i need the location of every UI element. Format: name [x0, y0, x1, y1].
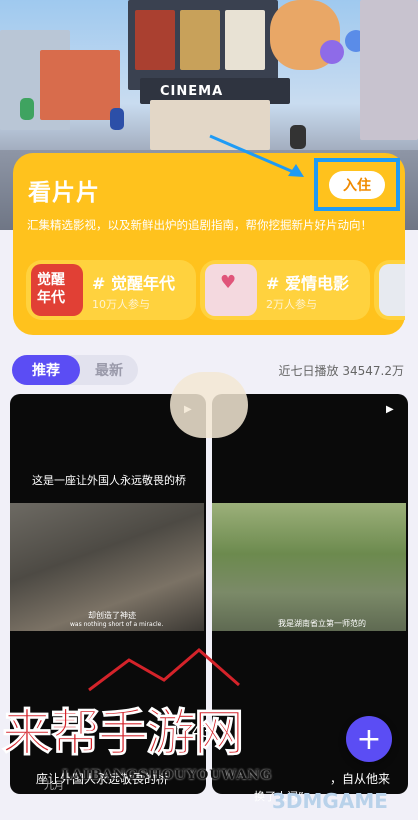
topic-thumbnail: [379, 264, 405, 316]
topic-count: 10万人参与: [92, 298, 150, 311]
tab-recommended[interactable]: 推荐: [12, 355, 80, 385]
tab-latest[interactable]: 最新: [80, 355, 138, 385]
channel-title: 看片片: [28, 180, 100, 206]
watermark-text: 来帮手游网: [2, 704, 245, 763]
video-caption: 这是一座让外国人永远敬畏的桥: [32, 474, 186, 487]
video-thumbnail: [212, 503, 406, 631]
subtitle-cn: 却创造了神迹: [88, 611, 136, 620]
figure: [110, 108, 124, 130]
watermark-pinyin: LAIBANGSHOUYOUWANG: [62, 768, 273, 783]
create-post-button[interactable]: +: [346, 716, 392, 762]
subtitle-en: was nothing short of a miracle.: [70, 621, 164, 628]
play-count: 近七日播放 34547.2万: [278, 364, 404, 378]
arrow-annotation-icon: [209, 134, 304, 177]
topic-count: 2万人参与: [266, 298, 317, 311]
author-name: 九月: [44, 781, 64, 792]
watermark-brand: 3DMGAME: [272, 789, 388, 813]
background-building: [360, 0, 418, 140]
cinema-sign: CINEMA: [160, 84, 224, 99]
video-title: ，自从他来: [330, 772, 391, 786]
topic-thumb-text: 觉醒年代: [37, 272, 65, 306]
movie-poster: [225, 10, 265, 70]
movie-poster: [135, 10, 175, 70]
figure: [20, 98, 34, 120]
topic-name: # 爱情电影: [266, 274, 349, 293]
topic-thumbnail: 觉醒年代: [31, 264, 83, 316]
topic-thumbnail: ♥: [205, 264, 257, 316]
movie-poster: [180, 10, 220, 70]
heart-icon: ♥: [220, 272, 237, 293]
topic-name: # 觉醒年代: [92, 274, 175, 293]
balloon: [320, 40, 344, 64]
join-button[interactable]: 入住: [329, 171, 385, 199]
play-icon: ▶: [386, 404, 394, 415]
plus-icon: +: [356, 721, 382, 757]
background-building: [40, 50, 120, 120]
mascot-icon: [170, 372, 248, 438]
channel-description: 汇集精选影视，以及新鲜出炉的追剧指南，帮你挖掘新片好片动向！: [27, 218, 372, 232]
subtitle-cn: 我是湖南省立第一师范的: [278, 619, 366, 628]
watermark-roof-icon: [88, 648, 240, 692]
